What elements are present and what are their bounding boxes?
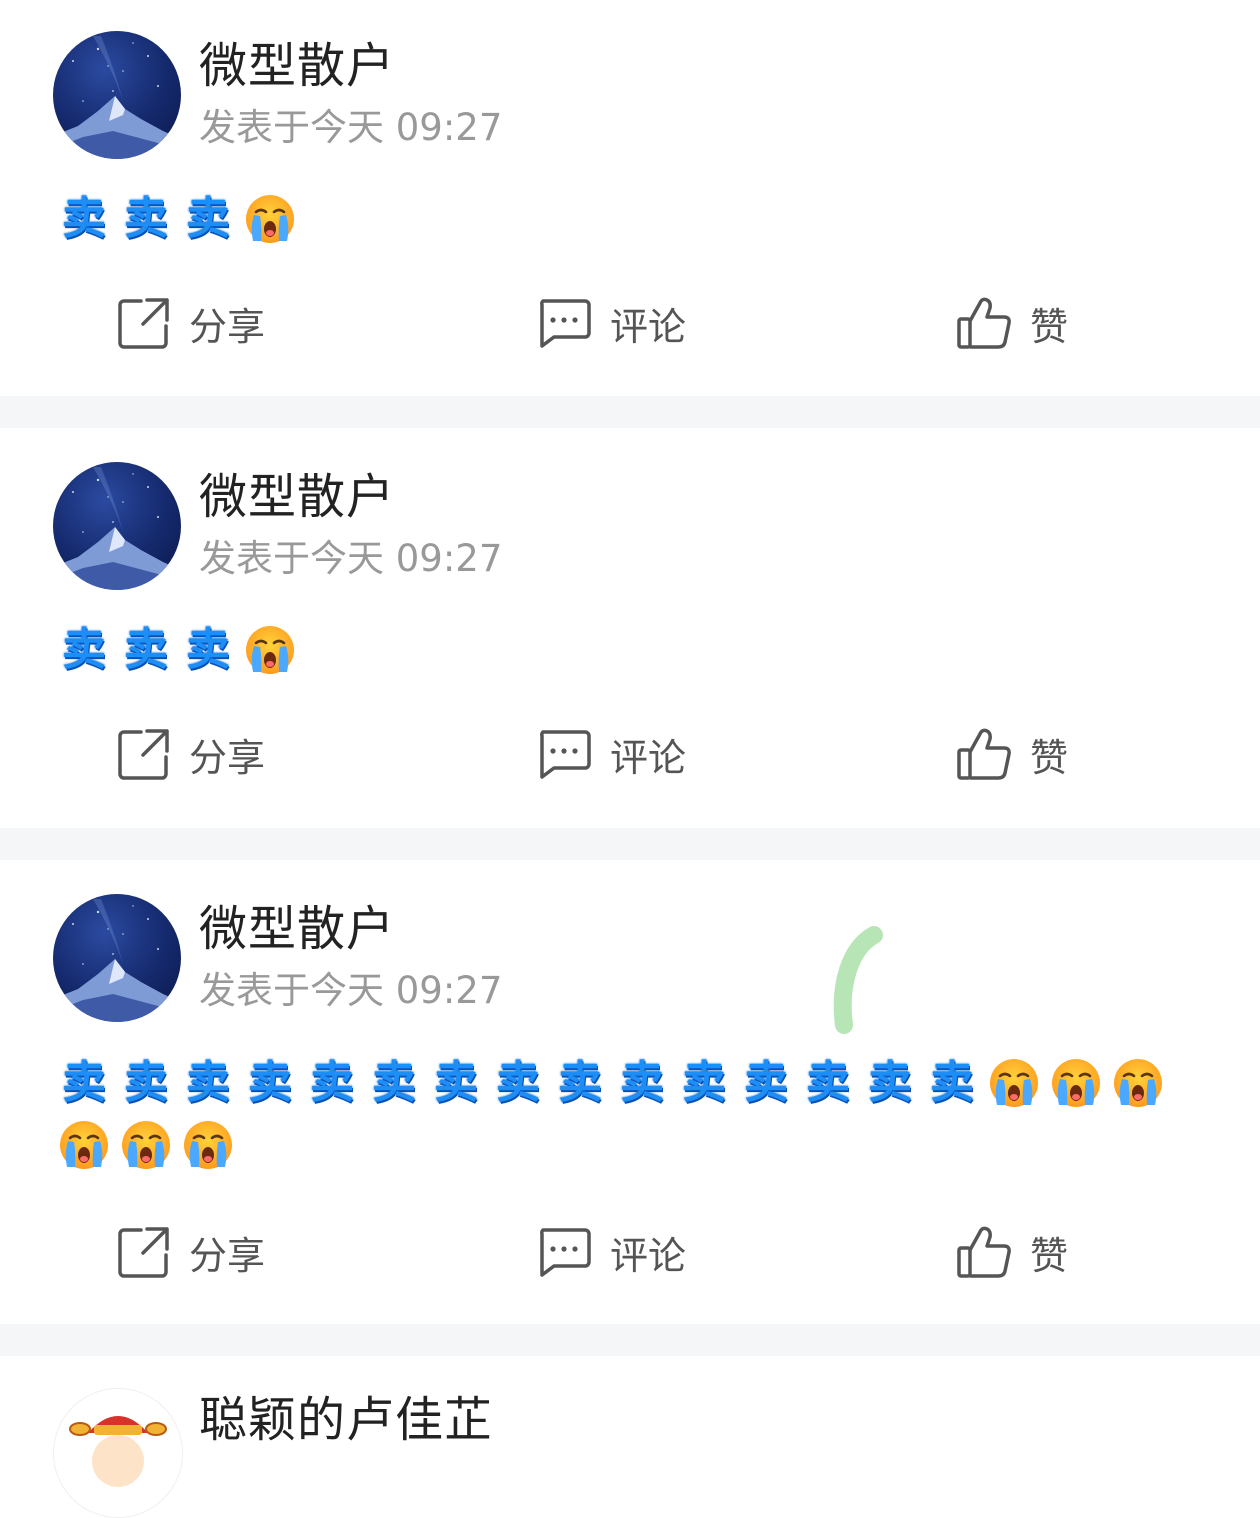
post-actions: 分享 评论 赞 [0, 724, 1260, 784]
sell-emoji: 卖 [62, 193, 106, 244]
comment-label: 评论 [610, 1233, 687, 1278]
loudly-crying-face-emoji [1050, 1057, 1102, 1109]
author-name[interactable]: 微型散户 [199, 38, 395, 94]
sell-emoji: 卖 [372, 1057, 416, 1108]
thumbs-up-icon [957, 728, 1011, 780]
loudly-crying-face-emoji [182, 1119, 234, 1171]
post-card[interactable]: 微型散户 发表于今天 09:27 卖卖卖卖卖卖卖卖卖卖卖卖卖卖卖 分享 评论 赞 [0, 860, 1260, 1324]
post-content: 卖卖卖 [58, 619, 1218, 681]
share-label: 分享 [189, 1233, 266, 1278]
mountain-night-image [53, 36, 181, 159]
sell-emoji: 卖 [124, 624, 168, 675]
share-button[interactable]: 分享 [117, 293, 265, 353]
author-name[interactable]: 微型散户 [199, 901, 395, 957]
sell-emoji: 卖 [248, 1057, 292, 1108]
post-card[interactable]: 微型散户 发表于今天 09:27 卖卖卖 分享 评论 赞 [0, 0, 1260, 396]
loudly-crying-face-emoji [244, 193, 296, 245]
share-icon [118, 298, 169, 349]
thumbs-up-icon [957, 1226, 1011, 1278]
like-label: 赞 [1030, 304, 1069, 349]
sell-emoji: 卖 [124, 193, 168, 244]
sell-emoji: 卖 [62, 1057, 106, 1108]
comment-label: 评论 [610, 735, 687, 780]
sell-emoji: 卖 [682, 1057, 726, 1108]
sell-emoji: 卖 [434, 1057, 478, 1108]
post-feed: 微型散户 发表于今天 09:27 卖卖卖 分享 评论 赞 微型散户 发表于今天 … [0, 0, 1260, 1518]
loudly-crying-face-emoji [1112, 1057, 1164, 1109]
sell-emoji: 卖 [620, 1057, 664, 1108]
comment-label: 评论 [610, 304, 687, 349]
post-separator [0, 1324, 1260, 1356]
like-label: 赞 [1030, 1233, 1069, 1278]
comment-button[interactable]: 评论 [536, 293, 686, 353]
sell-emoji: 卖 [806, 1057, 850, 1108]
sell-emoji: 卖 [930, 1057, 974, 1108]
post-time: 发表于今天 09:27 [199, 106, 503, 149]
sell-emoji: 卖 [62, 624, 106, 675]
mountain-night-image [53, 899, 181, 1022]
sell-emoji: 卖 [186, 193, 230, 244]
sell-emoji: 卖 [310, 1057, 354, 1108]
author-name[interactable]: 微型散户 [199, 469, 395, 525]
share-label: 分享 [189, 304, 266, 349]
comment-button[interactable]: 评论 [536, 724, 686, 784]
sell-emoji: 卖 [124, 1057, 168, 1108]
sell-emoji: 卖 [186, 624, 230, 675]
post-content: 卖卖卖 [58, 188, 1218, 250]
post-actions: 分享 评论 赞 [0, 1222, 1260, 1282]
share-button[interactable]: 分享 [117, 724, 265, 784]
like-label: 赞 [1030, 735, 1069, 780]
thumbs-up-icon [957, 297, 1011, 349]
cartoon-god-of-wealth-image [54, 1389, 182, 1517]
loudly-crying-face-emoji [244, 624, 296, 676]
loudly-crying-face-emoji [120, 1119, 172, 1171]
post-time: 发表于今天 09:27 [199, 969, 503, 1012]
mountain-night-image [53, 467, 181, 590]
sell-emoji: 卖 [558, 1057, 602, 1108]
comment-icon [540, 730, 591, 779]
like-button[interactable]: 赞 [956, 293, 1068, 353]
share-icon [118, 1227, 169, 1278]
loudly-crying-face-emoji [58, 1119, 110, 1171]
post-card[interactable]: 微型散户 发表于今天 09:27 卖卖卖 分享 评论 赞 [0, 428, 1260, 828]
share-button[interactable]: 分享 [117, 1222, 265, 1282]
avatar[interactable] [53, 1388, 183, 1518]
comment-icon [540, 299, 591, 348]
post-card[interactable]: 聪颖的卢佳芷 [0, 1356, 1260, 1518]
like-button[interactable]: 赞 [956, 724, 1068, 784]
sell-emoji: 卖 [496, 1057, 540, 1108]
avatar[interactable] [53, 462, 181, 590]
share-icon [118, 729, 169, 780]
avatar[interactable] [53, 31, 181, 159]
post-time: 发表于今天 09:27 [199, 537, 503, 580]
post-separator [0, 828, 1260, 860]
post-content: 卖卖卖卖卖卖卖卖卖卖卖卖卖卖卖 [58, 1052, 1218, 1176]
like-button[interactable]: 赞 [956, 1222, 1068, 1282]
author-name[interactable]: 聪颖的卢佳芷 [199, 1392, 493, 1448]
avatar[interactable] [53, 894, 181, 1022]
post-separator [0, 396, 1260, 428]
comment-icon [540, 1228, 591, 1277]
post-actions: 分享 评论 赞 [0, 293, 1260, 353]
sell-emoji: 卖 [744, 1057, 788, 1108]
share-label: 分享 [189, 735, 266, 780]
comment-button[interactable]: 评论 [536, 1222, 686, 1282]
sell-emoji: 卖 [186, 1057, 230, 1108]
sell-emoji: 卖 [868, 1057, 912, 1108]
loudly-crying-face-emoji [988, 1057, 1040, 1109]
